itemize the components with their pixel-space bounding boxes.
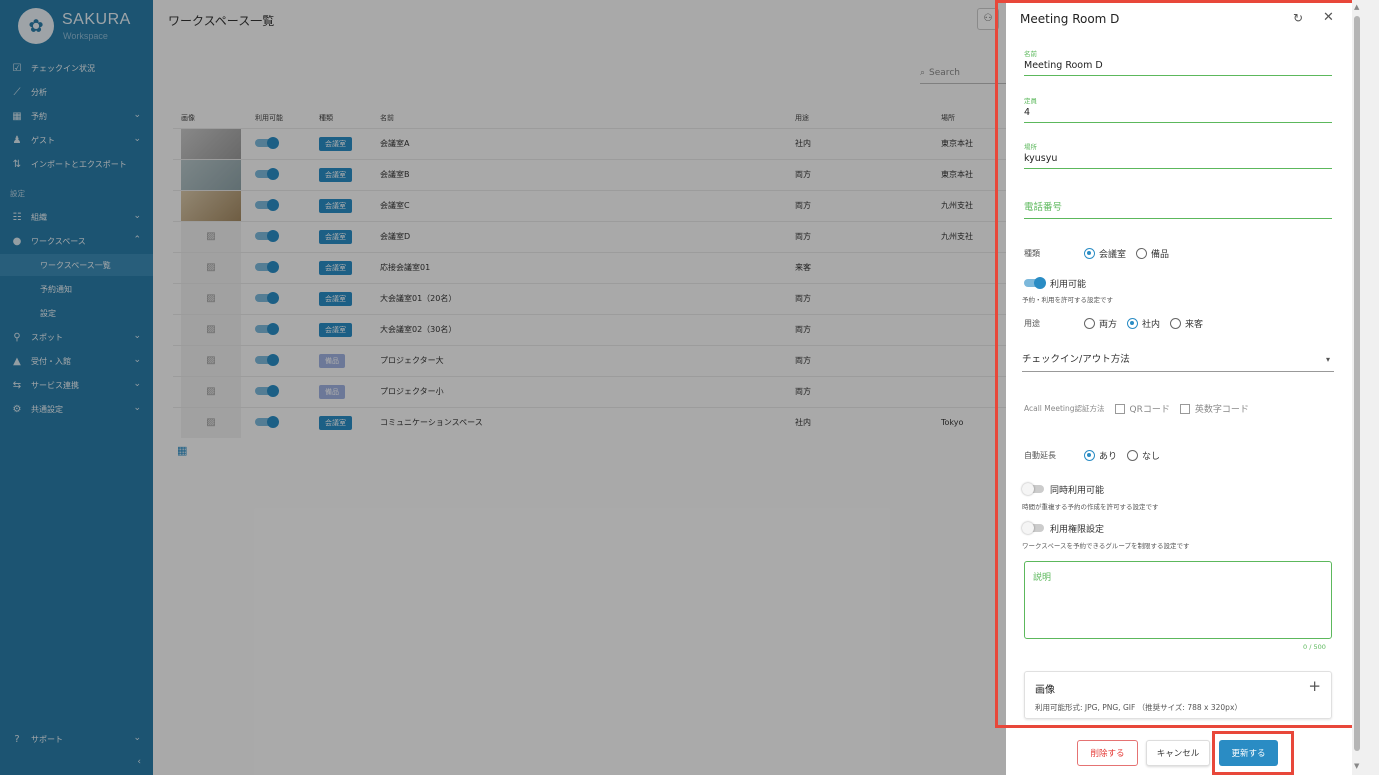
update-button-highlight-box xyxy=(1212,731,1294,775)
scroll-down-icon[interactable]: ▼ xyxy=(1354,762,1359,770)
scrollbar[interactable]: ▲ ▼ xyxy=(1352,0,1379,775)
delete-button[interactable]: 削除する xyxy=(1077,740,1138,766)
scroll-up-icon[interactable]: ▲ xyxy=(1354,3,1359,11)
cancel-button[interactable]: キャンセル xyxy=(1146,740,1210,766)
form-highlight-box xyxy=(995,0,1361,728)
scrollbar-thumb[interactable] xyxy=(1354,16,1360,751)
modal-overlay[interactable] xyxy=(0,0,1006,775)
